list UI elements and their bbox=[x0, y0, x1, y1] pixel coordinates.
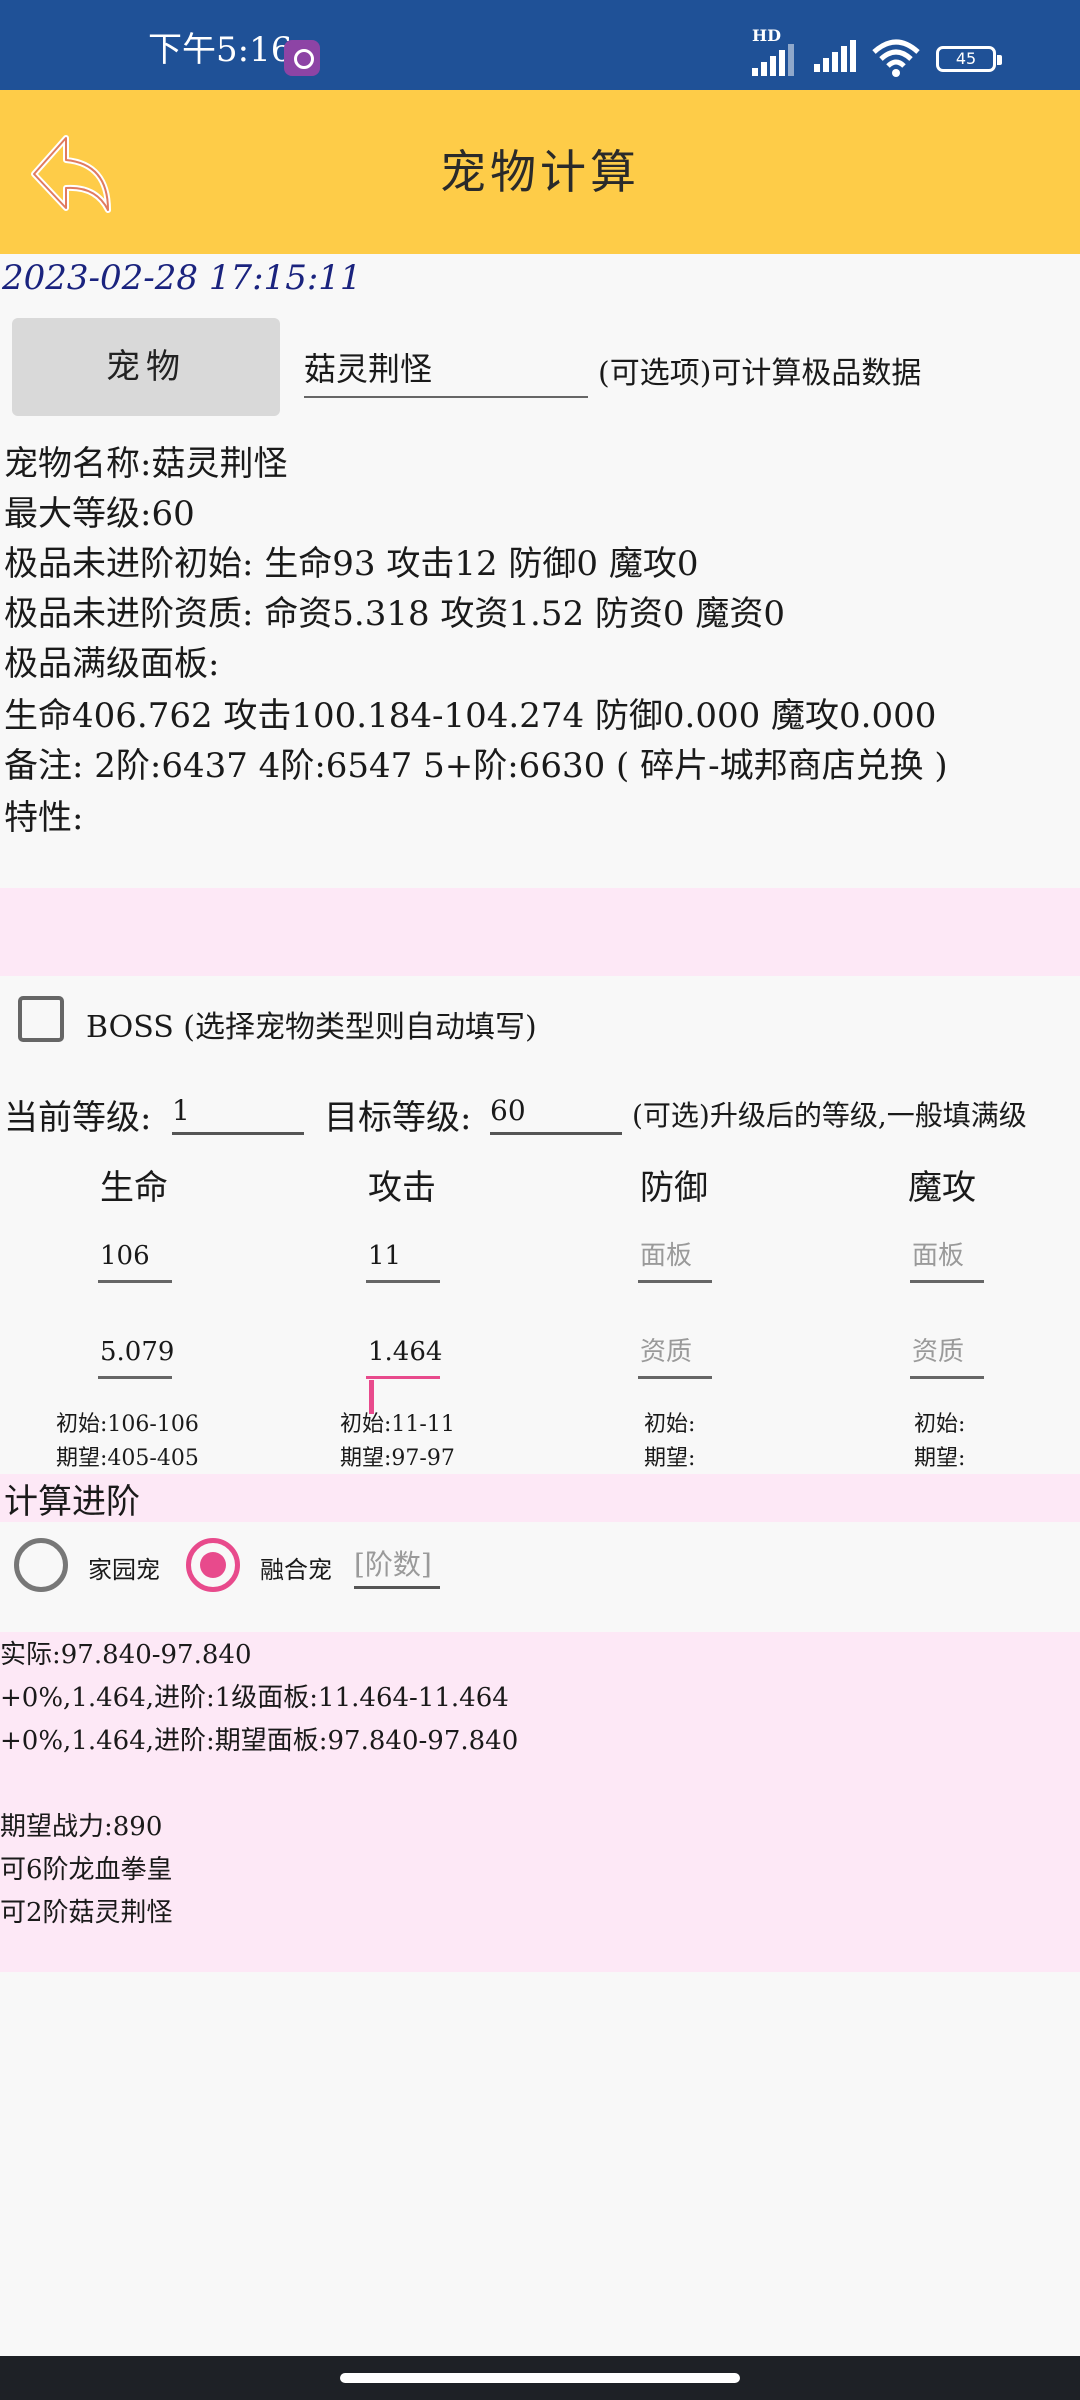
result-level1-panel: +0%,1.464,进阶:1级面板:11.464-11.464 bbox=[0, 1683, 509, 1713]
pet-info-initial: 极品未进阶初始: 生命93 攻击12 防御0 魔攻0 bbox=[4, 544, 699, 584]
pet-info-traits: 特性: bbox=[4, 798, 84, 838]
hp-initial: 初始:106-106 bbox=[56, 1412, 199, 1437]
pet-hint-text: (可选项)可计算极品数据 bbox=[598, 356, 922, 391]
col-header-attack: 攻击 bbox=[368, 1168, 436, 1208]
home-pet-label: 家园宠 bbox=[88, 1556, 160, 1584]
boss-checkbox[interactable] bbox=[18, 996, 64, 1042]
pet-info-name: 宠物名称:菇灵荆怪 bbox=[4, 444, 288, 484]
wifi-icon bbox=[872, 39, 920, 77]
boss-label: BOSS (选择宠物类型则自动填写) bbox=[86, 1010, 537, 1045]
battery-icon: 45 bbox=[936, 46, 1002, 72]
advance-section-band bbox=[0, 1474, 1080, 1522]
traits-band bbox=[0, 888, 1080, 976]
col-header-hp: 生命 bbox=[100, 1168, 168, 1208]
result-actual: 实际:97.840-97.840 bbox=[0, 1640, 252, 1670]
magic-panel-input[interactable]: 面板 bbox=[910, 1234, 984, 1283]
magic-expected: 期望: bbox=[914, 1446, 966, 1471]
tier-input[interactable]: [阶数] bbox=[354, 1544, 440, 1589]
attack-expected: 期望:97-97 bbox=[340, 1446, 455, 1471]
pet-name-input[interactable]: 菇灵荆怪 bbox=[304, 344, 588, 398]
page-title: 宠物计算 bbox=[440, 145, 640, 199]
advance-section-title: 计算进阶 bbox=[4, 1482, 140, 1522]
home-gesture-handle[interactable] bbox=[340, 2373, 740, 2383]
col-header-magic: 魔攻 bbox=[908, 1168, 976, 1208]
hp-panel-input[interactable]: 106 bbox=[98, 1234, 172, 1283]
attack-initial: 初始:11-11 bbox=[340, 1412, 455, 1437]
result-recommendation-1: 可6阶龙血拳皇 bbox=[0, 1855, 173, 1885]
signal-icon-2 bbox=[814, 40, 859, 72]
pet-info-max-panel-label: 极品满级面板: bbox=[4, 644, 220, 684]
hd-label: HD bbox=[752, 26, 781, 45]
pet-info-max-level: 最大等级:60 bbox=[4, 494, 195, 534]
hp-expected: 期望:405-405 bbox=[56, 1446, 199, 1471]
fusion-pet-label: 融合宠 bbox=[260, 1556, 332, 1584]
defense-aptitude-input[interactable]: 资质 bbox=[638, 1330, 712, 1379]
target-level-hint: (可选)升级后的等级,一般填满级 bbox=[632, 1099, 1027, 1132]
attack-aptitude-value: 1.464 bbox=[368, 1337, 443, 1367]
home-pet-radio[interactable] bbox=[14, 1538, 68, 1592]
current-level-input[interactable]: 1 bbox=[172, 1090, 304, 1135]
target-level-input[interactable]: 60 bbox=[490, 1090, 622, 1135]
pet-info-max-panel: 生命406.762 攻击100.184-104.274 防御0.000 魔攻0.… bbox=[4, 696, 937, 736]
defense-expected: 期望: bbox=[644, 1446, 696, 1471]
pet-info-aptitude: 极品未进阶资质: 命资5.318 攻资1.52 防资0 魔资0 bbox=[4, 594, 785, 634]
attack-panel-input[interactable]: 11 bbox=[366, 1234, 440, 1283]
fusion-pet-radio[interactable] bbox=[186, 1538, 240, 1592]
status-time: 下午5:16 bbox=[148, 30, 293, 70]
attack-aptitude-input[interactable]: 1.464 bbox=[366, 1330, 443, 1414]
result-expected-panel: +0%,1.464,进阶:期望面板:97.840-97.840 bbox=[0, 1726, 519, 1756]
defense-panel-input[interactable]: 面板 bbox=[638, 1234, 712, 1283]
result-power: 期望战力:890 bbox=[0, 1812, 163, 1842]
app-notification-icon bbox=[284, 40, 320, 76]
defense-initial: 初始: bbox=[644, 1412, 696, 1437]
timestamp: 2023-02-28 17:15:11 bbox=[2, 258, 362, 298]
result-recommendation-2: 可2阶菇灵荆怪 bbox=[0, 1898, 173, 1928]
signal-icon-1 bbox=[752, 44, 797, 76]
magic-initial: 初始: bbox=[914, 1412, 966, 1437]
pet-info-notes: 备注: 2阶:6437 4阶:6547 5+阶:6630 ( 碎片-城邦商店兑换… bbox=[4, 746, 948, 786]
pet-select-button[interactable]: 宠物 bbox=[12, 318, 280, 416]
target-level-label: 目标等级: bbox=[324, 1098, 472, 1138]
magic-aptitude-input[interactable]: 资质 bbox=[910, 1330, 984, 1379]
hp-aptitude-input[interactable]: 5.079 bbox=[98, 1330, 174, 1379]
current-level-label: 当前等级: bbox=[4, 1098, 152, 1138]
col-header-defense: 防御 bbox=[640, 1168, 708, 1208]
